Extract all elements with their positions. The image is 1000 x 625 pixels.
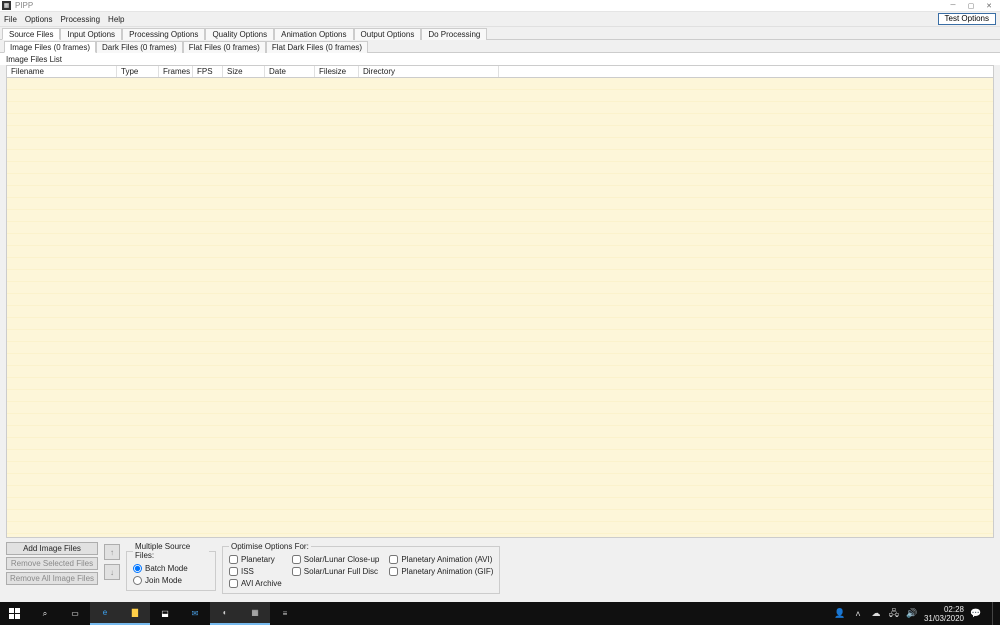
search-icon: ⌕ [43, 609, 47, 619]
volume-icon[interactable]: 🔊 [906, 608, 918, 619]
tab-quality-options[interactable]: Quality Options [205, 28, 274, 40]
tab-output-options[interactable]: Output Options [354, 28, 422, 40]
mail-icon: ✉ [192, 609, 199, 618]
taskbar-app-browser[interactable]: ◐ [210, 602, 240, 625]
move-up-button[interactable]: ↑ [104, 544, 120, 560]
batch-mode-radio[interactable]: Batch Mode [133, 562, 209, 574]
clock-time: 02:28 [924, 605, 964, 614]
multiple-source-files-group: Multiple Source Files: Batch Mode Join M… [126, 542, 216, 591]
col-filename[interactable]: Filename [7, 66, 117, 77]
folder-icon: ▇ [132, 608, 138, 617]
test-options-button[interactable]: Test Options [938, 13, 996, 25]
remove-all-files-button[interactable]: Remove All Image Files [6, 572, 98, 585]
lines-icon: ≡ [283, 609, 288, 618]
onedrive-icon[interactable]: ☁ [870, 608, 882, 619]
tab-source-files[interactable]: Source Files [2, 28, 60, 40]
col-date[interactable]: Date [265, 66, 315, 77]
tab-animation-options[interactable]: Animation Options [274, 28, 353, 40]
opt-solar-lunar-full-disc[interactable]: Solar/Lunar Full Disc [292, 565, 380, 577]
remove-selected-files-button[interactable]: Remove Selected Files [6, 557, 98, 570]
task-view-icon: ▭ [71, 609, 79, 618]
tab-processing-options[interactable]: Processing Options [122, 28, 205, 40]
optimise-options-group: Optimise Options For: Planetary ISS AVI … [222, 542, 500, 594]
opt-planetary-anim-gif[interactable]: Planetary Animation (GIF) [389, 565, 493, 577]
browser-icon: ◐ [223, 608, 228, 617]
col-type[interactable]: Type [117, 66, 159, 77]
taskbar: ⌕ ▭ e ▇ ⬓ ✉ ◐ ▦ ≡ 👤 ˄ ☁ 🖧 🔊 02:28 31/03/… [0, 602, 1000, 625]
taskbar-app-explorer[interactable]: ▇ [120, 602, 150, 625]
taskbar-clock[interactable]: 02:28 31/03/2020 [924, 605, 964, 623]
menu-options[interactable]: Options [25, 15, 53, 24]
titlebar: ▦ PIPP ─ ▢ ✕ [0, 0, 1000, 12]
tab-input-options[interactable]: Input Options [60, 28, 122, 40]
tray-expand-icon[interactable]: ˄ [852, 609, 864, 619]
optimise-legend: Optimise Options For: [229, 542, 311, 551]
col-filesize[interactable]: Filesize [315, 66, 359, 77]
taskbar-app-other[interactable]: ≡ [270, 602, 300, 625]
notifications-icon[interactable]: 💬 [970, 608, 982, 619]
file-list-table: Filename Type Frames FPS Size Date Files… [6, 65, 994, 538]
menu-file[interactable]: File [4, 15, 17, 24]
subtab-flat-dark-files[interactable]: Flat Dark Files (0 frames) [266, 41, 368, 53]
taskbar-app-store[interactable]: ⬓ [150, 602, 180, 625]
col-spacer [499, 66, 993, 77]
table-body-empty[interactable] [6, 78, 994, 538]
opt-planetary-anim-avi[interactable]: Planetary Animation (AVI) [389, 553, 493, 565]
col-size[interactable]: Size [223, 66, 265, 77]
bottom-controls: Add Image Files Remove Selected Files Re… [0, 538, 1000, 596]
pipp-icon: ▦ [251, 608, 259, 617]
col-frames[interactable]: Frames [159, 66, 193, 77]
menu-help[interactable]: Help [108, 15, 124, 24]
subtab-image-files[interactable]: Image Files (0 frames) [4, 41, 96, 53]
taskbar-app-pipp[interactable]: ▦ [240, 602, 270, 625]
search-button[interactable]: ⌕ [30, 602, 60, 625]
maximize-button[interactable]: ▢ [962, 0, 980, 11]
panel-label: Image Files List [0, 53, 1000, 65]
taskbar-app-mail[interactable]: ✉ [180, 602, 210, 625]
col-fps[interactable]: FPS [193, 66, 223, 77]
multiple-source-legend: Multiple Source Files: [133, 542, 209, 560]
start-button[interactable] [0, 602, 30, 625]
table-header: Filename Type Frames FPS Size Date Files… [6, 65, 994, 78]
taskbar-app-edge[interactable]: e [90, 602, 120, 625]
people-icon[interactable]: 👤 [834, 608, 846, 619]
add-image-files-button[interactable]: Add Image Files [6, 542, 98, 555]
network-icon[interactable]: 🖧 [888, 606, 900, 622]
subtab-dark-files[interactable]: Dark Files (0 frames) [96, 41, 183, 53]
tab-do-processing[interactable]: Do Processing [421, 28, 487, 40]
clock-date: 31/03/2020 [924, 614, 964, 623]
store-icon: ⬓ [161, 609, 169, 618]
show-desktop-button[interactable] [992, 602, 996, 625]
join-mode-radio[interactable]: Join Mode [133, 574, 209, 586]
window-title: PIPP [15, 1, 33, 10]
minimize-button[interactable]: ─ [944, 0, 962, 11]
task-view-button[interactable]: ▭ [60, 602, 90, 625]
close-button[interactable]: ✕ [980, 0, 998, 11]
opt-iss[interactable]: ISS [229, 565, 282, 577]
menu-processing[interactable]: Processing [60, 15, 100, 24]
join-mode-input[interactable] [133, 576, 142, 585]
opt-solar-lunar-closeup[interactable]: Solar/Lunar Close-up [292, 553, 380, 565]
edge-icon: e [103, 608, 107, 617]
main-tabs: Source Files Input Options Processing Op… [0, 27, 1000, 40]
subtab-flat-files[interactable]: Flat Files (0 frames) [183, 41, 266, 53]
opt-planetary[interactable]: Planetary [229, 553, 282, 565]
menubar: File Options Processing Help Test Option… [0, 12, 1000, 27]
col-directory[interactable]: Directory [359, 66, 499, 77]
move-down-button[interactable]: ↓ [104, 564, 120, 580]
batch-mode-input[interactable] [133, 564, 142, 573]
opt-avi-archive[interactable]: AVI Archive [229, 577, 282, 589]
sub-tabs: Image Files (0 frames) Dark Files (0 fra… [0, 40, 1000, 53]
app-icon: ▦ [2, 1, 11, 10]
